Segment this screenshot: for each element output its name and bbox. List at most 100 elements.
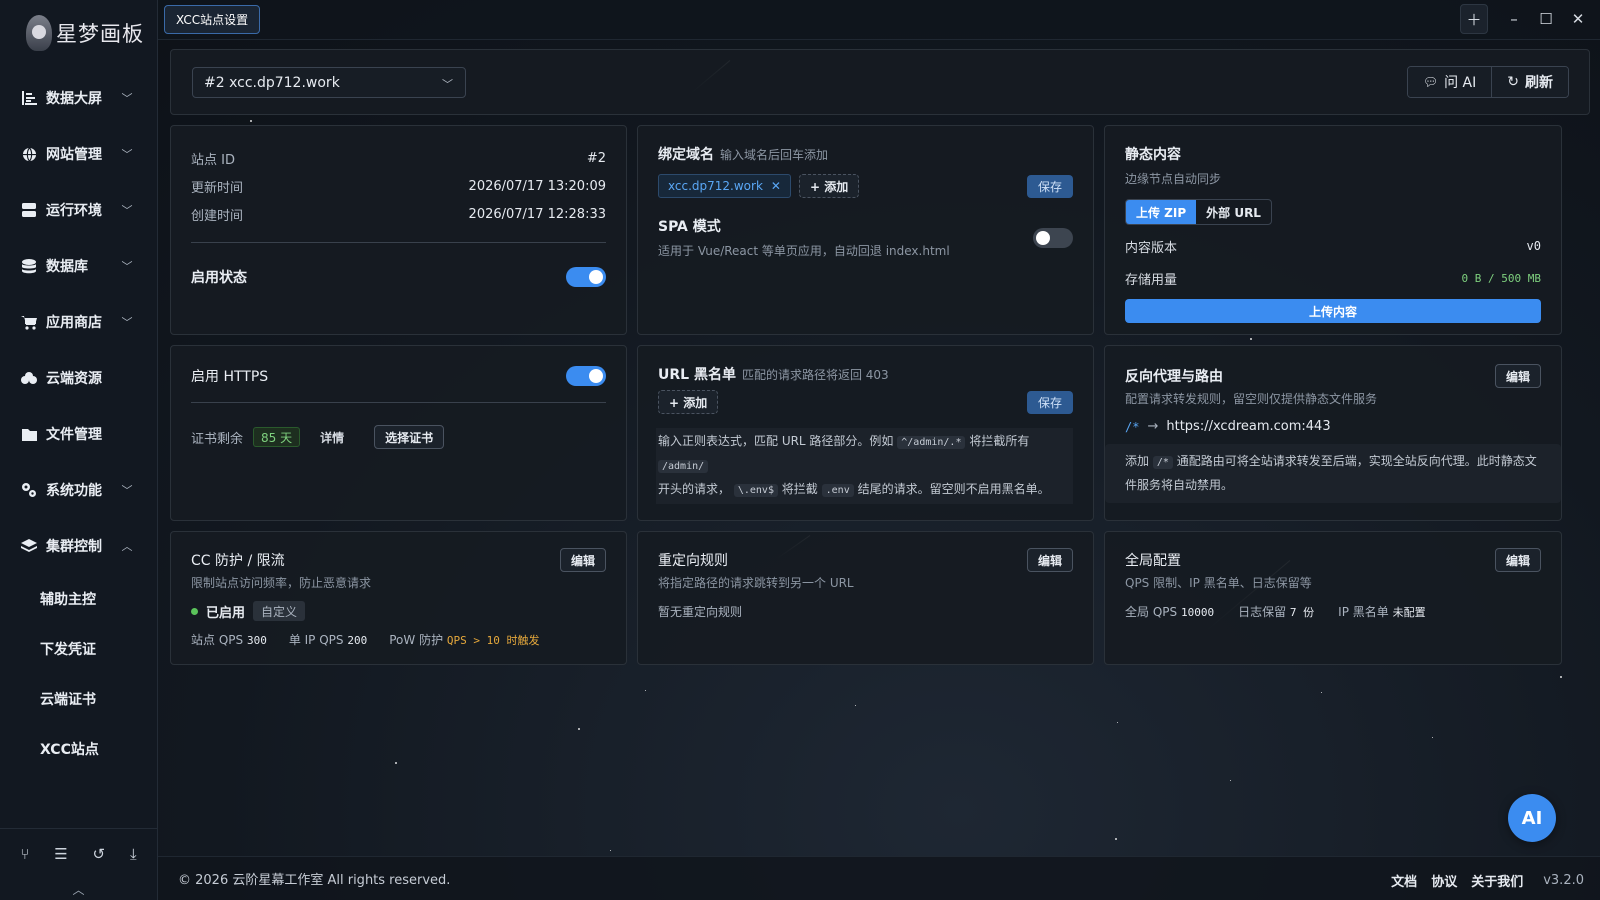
logo-text: 星梦画板 xyxy=(56,22,144,46)
global-config-card: 全局配置 编辑 QPS 限制、IP 黑名单、日志保留等 全局 QPS 10000… xyxy=(1104,531,1562,665)
agreement-link[interactable]: 协议 xyxy=(1431,871,1457,890)
sidebar-item-database[interactable]: 数据库 ﹀ xyxy=(0,238,157,294)
chat-icon: 💬︎ xyxy=(1422,75,1439,89)
blacklist-info-text: 将拦截所有 xyxy=(969,434,1030,448)
version-label: v3.2.0 xyxy=(1543,873,1584,888)
save-blacklist-button[interactable]: 保存 xyxy=(1026,390,1073,414)
window-controls: ＋ – ☐ ✕ xyxy=(1460,4,1592,34)
blacklist-title: URL 黑名单 xyxy=(658,367,736,383)
edit-redirect-button[interactable]: 编辑 xyxy=(1026,548,1073,572)
site-qps-value: 300 xyxy=(246,634,267,647)
storage-usage-value: 0 B / 500 MB xyxy=(1461,271,1541,285)
collapse-chevron-icon[interactable]: ︿ xyxy=(0,881,157,898)
site-selector-bar: #2 xcc.dp712.work ﹀ 💬︎ 问 AI ↻ 刷新 xyxy=(170,49,1590,115)
sidebar-item-runtime[interactable]: 运行环境 ﹀ xyxy=(0,182,157,238)
redirect-rules-card: 重定向规则 编辑 将指定路径的请求跳转到另一个 URL 暂无重定向规则 xyxy=(637,531,1094,665)
add-domain-button[interactable]: + 添加 xyxy=(798,174,860,198)
sidebar-subitem-aux-master[interactable]: 辅助主控 xyxy=(0,574,157,624)
upload-zip-tab[interactable]: 上传 ZIP xyxy=(1126,200,1197,224)
blacklist-info: 输入正则表达式，匹配 URL 路径部分。例如 ^/admin/.* 将拦截所有 … xyxy=(656,428,1073,504)
external-url-tab[interactable]: 外部 URL xyxy=(1196,200,1271,224)
edit-global-button[interactable]: 编辑 xyxy=(1494,548,1541,572)
tab-xcc-site-settings[interactable]: XCC站点设置 xyxy=(164,5,261,34)
site-select-value: #2 xcc.dp712.work xyxy=(204,74,340,91)
log-retention-label: 日志保留 xyxy=(1238,605,1287,619)
cert-remaining-badge: 85 天 xyxy=(253,427,301,447)
close-icon[interactable]: ✕ xyxy=(1564,4,1592,34)
created-time-label: 创建时间 xyxy=(191,208,244,224)
global-qps-value: 10000 xyxy=(1180,606,1215,619)
site-info-card: 站点 ID #2 更新时间 2026/07/17 13:20:09 创建时间 2026… xyxy=(170,125,627,335)
route-target: https://xcdream.com:443 xyxy=(1166,419,1331,434)
sidebar-item-label: 运行环境 xyxy=(46,203,102,219)
save-domains-button[interactable]: 保存 xyxy=(1026,174,1073,198)
site-select[interactable]: #2 xcc.dp712.work ﹀ xyxy=(192,67,466,98)
sidebar-item-websites[interactable]: 网站管理 ﹀ xyxy=(0,126,157,182)
close-icon[interactable]: ✕ xyxy=(771,179,781,193)
sidebar-item-label: 网站管理 xyxy=(46,147,102,163)
edit-proxy-button[interactable]: 编辑 xyxy=(1494,364,1541,388)
cc-mode-tag: 自定义 xyxy=(253,601,306,621)
gears-icon xyxy=(20,481,38,499)
status-dot-icon xyxy=(191,607,198,615)
about-link[interactable]: 关于我们 xyxy=(1471,871,1523,890)
minimize-icon[interactable]: – xyxy=(1500,4,1528,34)
sidebar: 星梦画板 数据大屏 ﹀ 网站管理 ﹀ 运行环境 ﹀ 数据库 ﹀ 应用商店 ﹀ 云… xyxy=(0,0,158,900)
sidebar-item-app-store[interactable]: 应用商店 ﹀ xyxy=(0,294,157,350)
cloud-icon xyxy=(20,369,38,387)
ask-ai-button[interactable]: 💬︎ 问 AI xyxy=(1407,67,1492,97)
site-actions: 💬︎ 问 AI ↻ 刷新 xyxy=(1406,66,1569,98)
share-icon[interactable]: ⑂ xyxy=(20,845,29,863)
chart-bar-icon xyxy=(20,89,38,107)
cc-status: 已启用 xyxy=(206,605,246,621)
spa-mode-toggle[interactable] xyxy=(1033,227,1073,248)
logo-avatar xyxy=(26,15,52,51)
domain-hint: 输入域名后回车添加 xyxy=(720,148,829,162)
sidebar-subitem-cloud-certs[interactable]: 云端证书 xyxy=(0,674,157,724)
chevron-down-icon: ﹀ xyxy=(121,92,133,105)
refresh-button[interactable]: ↻ 刷新 xyxy=(1491,67,1568,97)
content-version-label: 内容版本 xyxy=(1125,240,1178,256)
edit-cc-button[interactable]: 编辑 xyxy=(559,548,606,572)
chevron-up-icon: ︿ xyxy=(121,540,133,553)
sidebar-item-system[interactable]: 系统功能 ﹀ xyxy=(0,462,157,518)
cc-subtitle: 限制站点访问频率，防止恶意请求 xyxy=(191,576,372,590)
divider xyxy=(191,242,606,243)
blacklist-info-text: 开头的请求， xyxy=(658,482,731,496)
updated-time-label: 更新时间 xyxy=(191,180,244,196)
history-icon[interactable]: ↺ xyxy=(93,845,106,863)
route-path: /* xyxy=(1125,419,1140,434)
blacklist-info-text: 输入正则表达式，匹配 URL 路径部分。例如 xyxy=(658,434,894,448)
https-toggle[interactable] xyxy=(566,366,606,386)
sidebar-item-label: 文件管理 xyxy=(46,427,102,443)
list-icon[interactable]: ☰ xyxy=(54,845,67,863)
sidebar-item-cloud[interactable]: 云端资源 xyxy=(0,350,157,406)
site-enabled-toggle[interactable] xyxy=(566,267,606,287)
static-content-card: 静态内容 边缘节点自动同步 上传 ZIP 外部 URL 内容版本 v0 存储用量 0… xyxy=(1104,125,1562,335)
blacklist-hint: 匹配的请求路径将返回 403 xyxy=(741,368,889,382)
sidebar-item-cluster[interactable]: 集群控制 ︿ xyxy=(0,518,157,574)
sidebar-item-files[interactable]: 文件管理 xyxy=(0,406,157,462)
upload-content-button[interactable]: 上传内容 xyxy=(1125,299,1541,323)
proxy-title: 反向代理与路由 xyxy=(1125,369,1223,385)
proxy-info-text: 通配路由可将全站请求转发至后端，实现全站反向代理。此时静态文件服务将自动禁用。 xyxy=(1125,454,1537,492)
new-tab-icon[interactable]: ＋ xyxy=(1460,4,1488,34)
ip-blacklist-label: IP 黑名单 xyxy=(1338,605,1389,619)
sidebar-subitem-xcc-sites[interactable]: XCC站点 xyxy=(0,724,157,774)
cert-detail-link[interactable]: 详情 xyxy=(320,429,344,446)
app-logo[interactable]: 星梦画板 xyxy=(0,0,157,66)
choose-cert-button[interactable]: 选择证书 xyxy=(374,425,445,449)
docs-link[interactable]: 文档 xyxy=(1391,871,1417,890)
copyright: © 2026 云阶星幕工作室 All rights reserved. xyxy=(178,873,451,888)
sidebar-item-label: 云端资源 xyxy=(46,371,102,387)
blacklist-info-text: 将拦截 xyxy=(781,482,818,496)
sidebar-subitem-credentials[interactable]: 下发凭证 xyxy=(0,624,157,674)
ai-assistant-button[interactable]: AI xyxy=(1508,794,1556,842)
maximize-icon[interactable]: ☐ xyxy=(1532,4,1560,34)
domain-title: 绑定域名 xyxy=(658,147,714,163)
download-icon[interactable]: ⤓ xyxy=(130,845,137,863)
cart-icon xyxy=(20,313,38,331)
sidebar-item-dashboard[interactable]: 数据大屏 ﹀ xyxy=(0,70,157,126)
ask-ai-label: 问 AI xyxy=(1444,75,1477,91)
add-blacklist-button[interactable]: + 添加 xyxy=(658,390,719,414)
